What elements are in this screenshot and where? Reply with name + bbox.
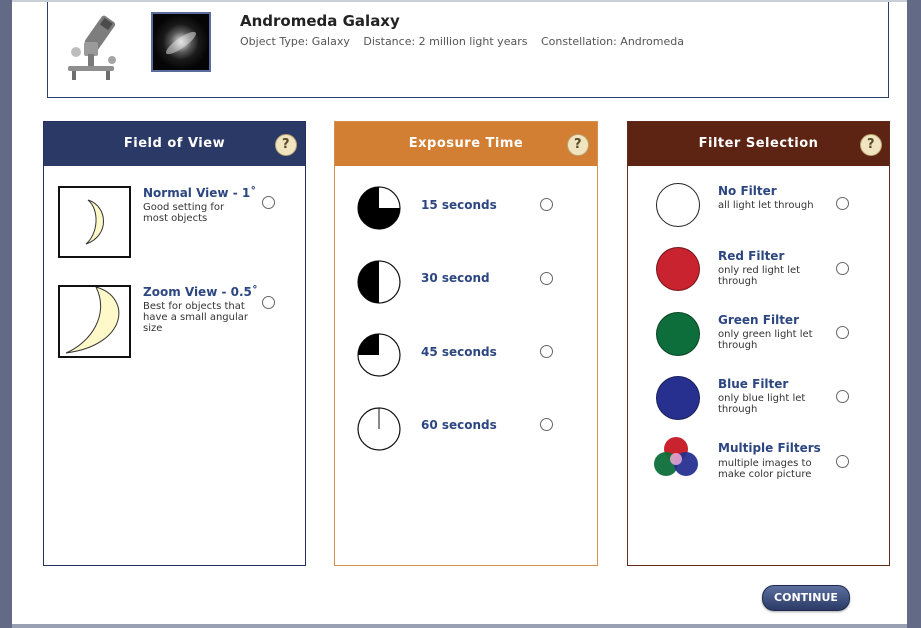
green-filter-desc: only green light let through xyxy=(718,329,813,351)
blue-filter-label[interactable]: Blue Filter xyxy=(718,377,788,391)
blue-filter-swatch xyxy=(656,376,700,420)
timer-elapsed-sector xyxy=(358,261,379,303)
no-filter-swatch xyxy=(656,183,700,227)
right-border xyxy=(907,0,921,628)
no-filter-radio[interactable] xyxy=(836,197,849,210)
telescope-icon xyxy=(68,15,116,80)
exposure-15-seconds-radio[interactable] xyxy=(540,198,553,211)
multiple-filters-icon xyxy=(654,437,698,476)
filter-selection-help-button[interactable]: ? xyxy=(860,134,882,156)
continue-button[interactable]: CONTINUE xyxy=(762,585,850,611)
normal-view-preview xyxy=(58,186,131,258)
object-constellation: Constellation: Andromeda xyxy=(540,35,684,48)
zoom-view-radio[interactable] xyxy=(262,296,275,309)
red-filter-radio[interactable] xyxy=(836,262,849,275)
exposure-45-seconds-radio[interactable] xyxy=(540,345,553,358)
filter-selection-panel: Filter Selection ? No Filter all light l… xyxy=(627,121,890,566)
timer-elapsed-sector xyxy=(358,334,379,355)
timer-60-seconds-icon xyxy=(357,407,401,451)
green-filter-swatch xyxy=(656,312,700,356)
object-title: Andromeda Galaxy xyxy=(240,12,400,30)
galaxy-disc-shape xyxy=(163,28,199,58)
green-filter-label[interactable]: Green Filter xyxy=(718,313,799,327)
exposure-time-panel: Exposure Time ? 15 seconds 30 second 45 … xyxy=(334,121,598,566)
timer-45-seconds-icon xyxy=(357,333,401,377)
exposure-30-second-label[interactable]: 30 second xyxy=(421,271,490,285)
red-filter-desc: only red light let through xyxy=(718,265,801,287)
exposure-time-header: Exposure Time ? xyxy=(335,122,597,166)
exposure-time-title: Exposure Time xyxy=(408,136,524,151)
normal-view-desc: Good setting for most objects xyxy=(143,202,225,224)
normal-view-radio[interactable] xyxy=(262,196,275,209)
filter-selection-header: Filter Selection ? xyxy=(628,122,889,166)
exposure-time-help-button[interactable]: ? xyxy=(567,134,589,156)
red-filter-swatch xyxy=(656,247,700,291)
no-filter-label[interactable]: No Filter xyxy=(718,184,777,198)
normal-view-label[interactable]: Normal View - 1˚ xyxy=(143,186,256,200)
zoom-view-desc: Best for objects that have a small angul… xyxy=(143,301,249,334)
blue-filter-radio[interactable] xyxy=(836,390,849,403)
exposure-15-seconds-label[interactable]: 15 seconds xyxy=(421,198,497,212)
exposure-60-seconds-label[interactable]: 60 seconds xyxy=(421,418,497,432)
exposure-60-seconds-radio[interactable] xyxy=(540,418,553,431)
moon-crescent-icon xyxy=(85,199,104,245)
zoom-view-label[interactable]: Zoom View - 0.5˚ xyxy=(143,285,258,299)
bottom-divider xyxy=(12,624,907,628)
multiple-filters-radio[interactable] xyxy=(836,455,849,468)
no-filter-desc: all light let through xyxy=(718,200,814,211)
filter-selection-title: Filter Selection xyxy=(698,136,819,151)
galaxy-thumbnail xyxy=(151,12,211,72)
field-of-view-panel: Field of View ? Normal View - 1˚ Good se… xyxy=(43,121,306,566)
moon-crescent-large-icon xyxy=(65,286,120,354)
multiple-filters-desc: multiple images to make color picture xyxy=(718,458,812,480)
field-of-view-header: Field of View ? xyxy=(44,122,305,166)
field-of-view-help-button[interactable]: ? xyxy=(275,134,297,156)
green-filter-radio[interactable] xyxy=(836,326,849,339)
field-of-view-title: Field of View xyxy=(123,136,226,151)
multiple-filters-label[interactable]: Multiple Filters xyxy=(718,441,821,455)
timer-30-seconds-icon xyxy=(357,260,401,304)
left-border xyxy=(0,0,12,628)
object-distance: Distance: 2 million light years xyxy=(363,35,528,48)
object-meta: Object Type: Galaxy Distance: 2 million … xyxy=(240,35,694,48)
zoom-view-preview xyxy=(58,285,131,358)
object-type: Object Type: Galaxy xyxy=(240,35,350,48)
timer-15-seconds-icon xyxy=(357,186,401,230)
exposure-30-second-radio[interactable] xyxy=(540,272,553,285)
red-filter-label[interactable]: Red Filter xyxy=(718,249,784,263)
blue-filter-desc: only blue light let through xyxy=(718,393,806,415)
object-info-card: Andromeda Galaxy Object Type: Galaxy Dis… xyxy=(47,2,889,98)
exposure-45-seconds-label[interactable]: 45 seconds xyxy=(421,345,497,359)
